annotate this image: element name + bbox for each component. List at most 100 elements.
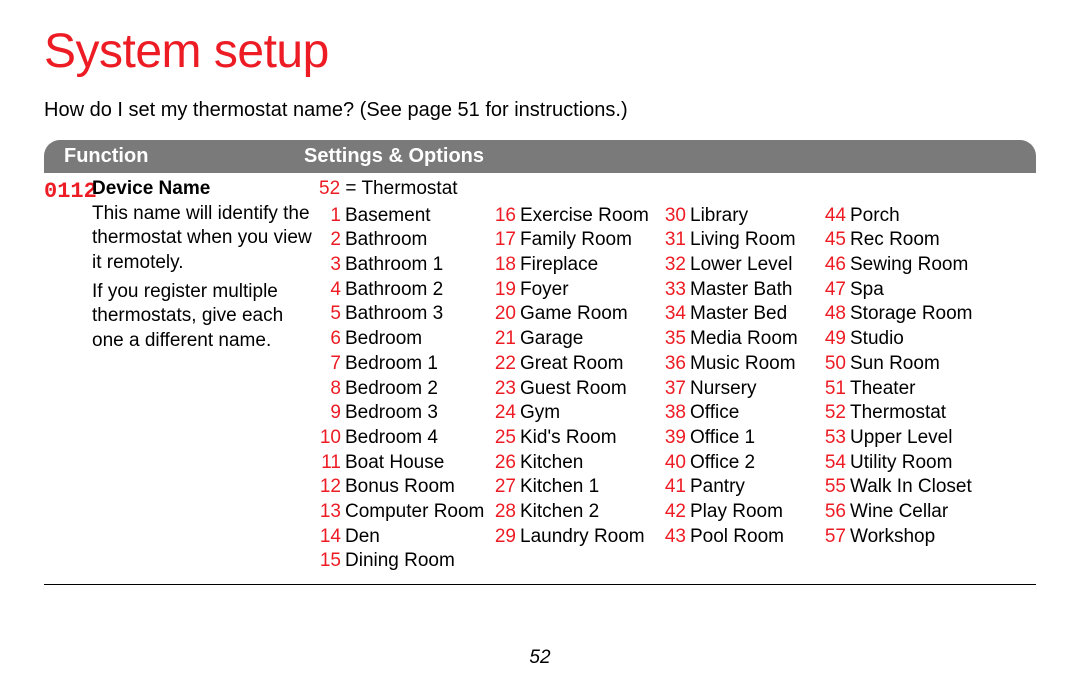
- option-number: 56: [824, 500, 850, 525]
- option-item: 35Media Room: [664, 327, 824, 352]
- option-name: Kitchen 2: [520, 500, 599, 525]
- option-number: 6: [319, 327, 345, 352]
- option-number: 41: [664, 475, 690, 500]
- option-item: 17Family Room: [494, 228, 664, 253]
- option-name: Utility Room: [850, 451, 952, 476]
- option-item: 45Rec Room: [824, 228, 1036, 253]
- option-item: 56Wine Cellar: [824, 500, 1036, 525]
- option-number: 45: [824, 228, 850, 253]
- option-number: 54: [824, 451, 850, 476]
- option-name: Upper Level: [850, 426, 952, 451]
- option-name: Bedroom: [345, 327, 422, 352]
- option-number: 2: [319, 228, 345, 253]
- option-item: 3Bathroom 1: [319, 253, 494, 278]
- option-item: 34Master Bed: [664, 302, 824, 327]
- option-number: 34: [664, 302, 690, 327]
- option-name: Theater: [850, 377, 915, 402]
- option-item: 18Fireplace: [494, 253, 664, 278]
- option-item: 22Great Room: [494, 352, 664, 377]
- option-item: 55Walk In Closet: [824, 475, 1036, 500]
- option-name: Storage Room: [850, 302, 973, 327]
- option-name: Pool Room: [690, 525, 784, 550]
- option-name: Bedroom 1: [345, 352, 438, 377]
- option-item: 40Office 2: [664, 451, 824, 476]
- default-option-sep: =: [340, 178, 361, 199]
- option-item: 49Studio: [824, 327, 1036, 352]
- option-name: Master Bath: [690, 278, 792, 303]
- option-name: Thermostat: [850, 401, 946, 426]
- option-item: 50Sun Room: [824, 352, 1036, 377]
- option-name: Game Room: [520, 302, 628, 327]
- option-item: 57Workshop: [824, 525, 1036, 550]
- option-name: Bathroom 1: [345, 253, 443, 278]
- option-name: Lower Level: [690, 253, 792, 278]
- option-number: 30: [664, 204, 690, 229]
- option-name: Kid's Room: [520, 426, 617, 451]
- option-number: 24: [494, 401, 520, 426]
- header-options: Settings & Options: [304, 145, 1036, 168]
- option-item: 5Bathroom 3: [319, 302, 494, 327]
- option-number: 12: [319, 475, 345, 500]
- option-name: Foyer: [520, 278, 569, 303]
- option-number: 16: [494, 204, 520, 229]
- page-number: 52: [0, 647, 1080, 669]
- option-name: Bathroom 2: [345, 278, 443, 303]
- option-item: 38Office: [664, 401, 824, 426]
- option-item: 1Basement: [319, 204, 494, 229]
- options-subcolumn: 44Porch45Rec Room46Sewing Room47Spa48Sto…: [824, 204, 1036, 574]
- option-name: Rec Room: [850, 228, 940, 253]
- option-item: 42Play Room: [664, 500, 824, 525]
- option-item: 46Sewing Room: [824, 253, 1036, 278]
- option-item: 32Lower Level: [664, 253, 824, 278]
- option-name: Office: [690, 401, 739, 426]
- option-number: 42: [664, 500, 690, 525]
- option-item: 21Garage: [494, 327, 664, 352]
- option-item: 24Gym: [494, 401, 664, 426]
- option-number: 48: [824, 302, 850, 327]
- options-grid: 1Basement2Bathroom3Bathroom 14Bathroom 2…: [319, 204, 1036, 574]
- function-desc-2: If you register multiple thermostats, gi…: [92, 280, 315, 354]
- table-header: Function Settings & Options: [44, 140, 1036, 173]
- option-name: Living Room: [690, 228, 796, 253]
- option-number: 1: [319, 204, 345, 229]
- option-name: Gym: [520, 401, 560, 426]
- default-option-num: 52: [319, 178, 340, 199]
- option-name: Garage: [520, 327, 583, 352]
- option-number: 36: [664, 352, 690, 377]
- option-name: Play Room: [690, 500, 783, 525]
- option-name: Nursery: [690, 377, 757, 402]
- option-name: Pantry: [690, 475, 745, 500]
- option-item: 36Music Room: [664, 352, 824, 377]
- option-item: 51Theater: [824, 377, 1036, 402]
- options-subcolumn: 30Library31Living Room32Lower Level33Mas…: [664, 204, 824, 574]
- option-item: 11Boat House: [319, 451, 494, 476]
- option-number: 5: [319, 302, 345, 327]
- option-number: 26: [494, 451, 520, 476]
- option-name: Office 1: [690, 426, 755, 451]
- option-item: 23Guest Room: [494, 377, 664, 402]
- option-item: 39Office 1: [664, 426, 824, 451]
- option-number: 23: [494, 377, 520, 402]
- option-number: 9: [319, 401, 345, 426]
- option-item: 7Bedroom 1: [319, 352, 494, 377]
- option-number: 55: [824, 475, 850, 500]
- function-number: 0112: [44, 177, 92, 574]
- option-name: Fireplace: [520, 253, 598, 278]
- option-number: 33: [664, 278, 690, 303]
- option-number: 57: [824, 525, 850, 550]
- table-row: 0112 Device Name This name will identify…: [44, 173, 1036, 585]
- option-item: 19Foyer: [494, 278, 664, 303]
- option-number: 14: [319, 525, 345, 550]
- option-number: 50: [824, 352, 850, 377]
- option-name: Walk In Closet: [850, 475, 972, 500]
- option-item: 41Pantry: [664, 475, 824, 500]
- option-number: 13: [319, 500, 345, 525]
- option-item: 48Storage Room: [824, 302, 1036, 327]
- options-column: 52 = Thermostat 1Basement2Bathroom3Bathr…: [319, 177, 1036, 574]
- option-number: 51: [824, 377, 850, 402]
- option-name: Workshop: [850, 525, 935, 550]
- option-number: 52: [824, 401, 850, 426]
- option-number: 32: [664, 253, 690, 278]
- option-item: 54Utility Room: [824, 451, 1036, 476]
- option-number: 44: [824, 204, 850, 229]
